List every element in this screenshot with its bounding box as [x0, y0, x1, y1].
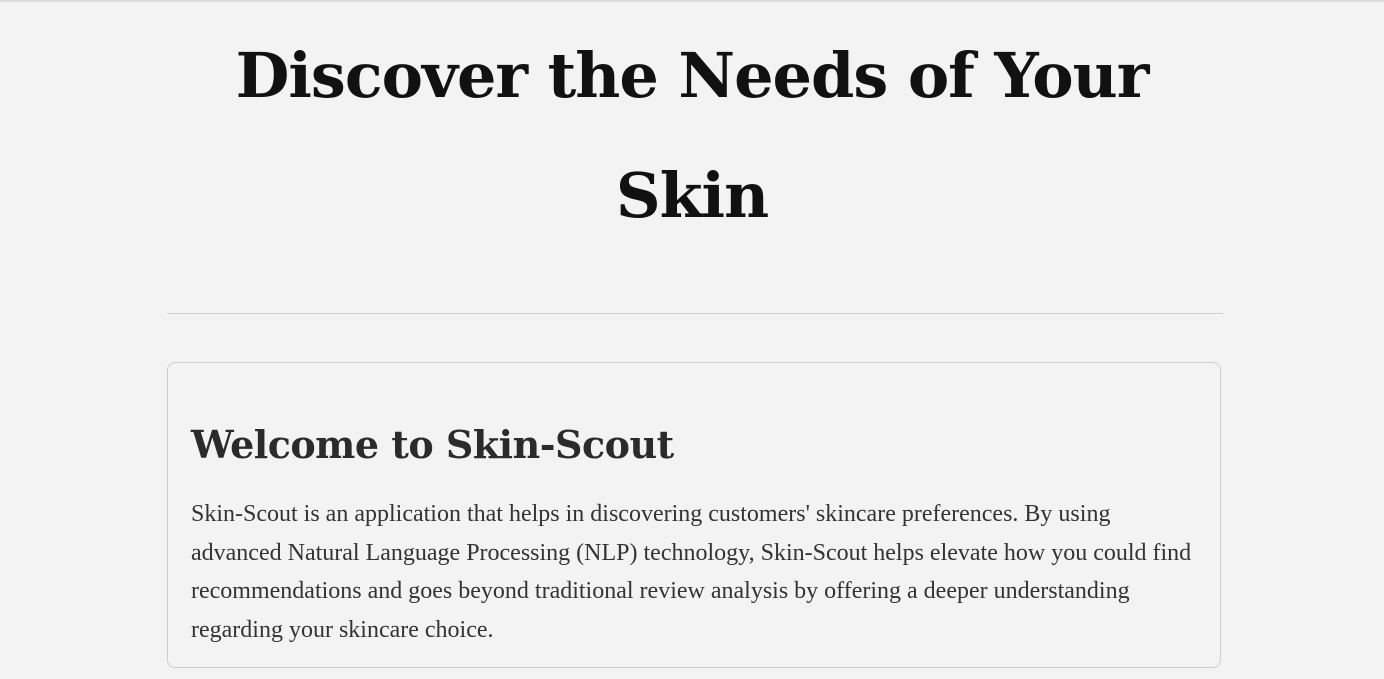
window-top-edge: [0, 0, 1384, 2]
welcome-heading: Welcome to Skin-Scout: [191, 422, 674, 467]
welcome-description: Skin-Scout is an application that helps …: [191, 501, 1192, 643]
welcome-card: Welcome to Skin-Scout Skin-Scout is an a…: [167, 362, 1221, 668]
page-title: Discover the Needs of Your Skin: [235, 39, 1150, 232]
section-divider: [167, 313, 1223, 314]
